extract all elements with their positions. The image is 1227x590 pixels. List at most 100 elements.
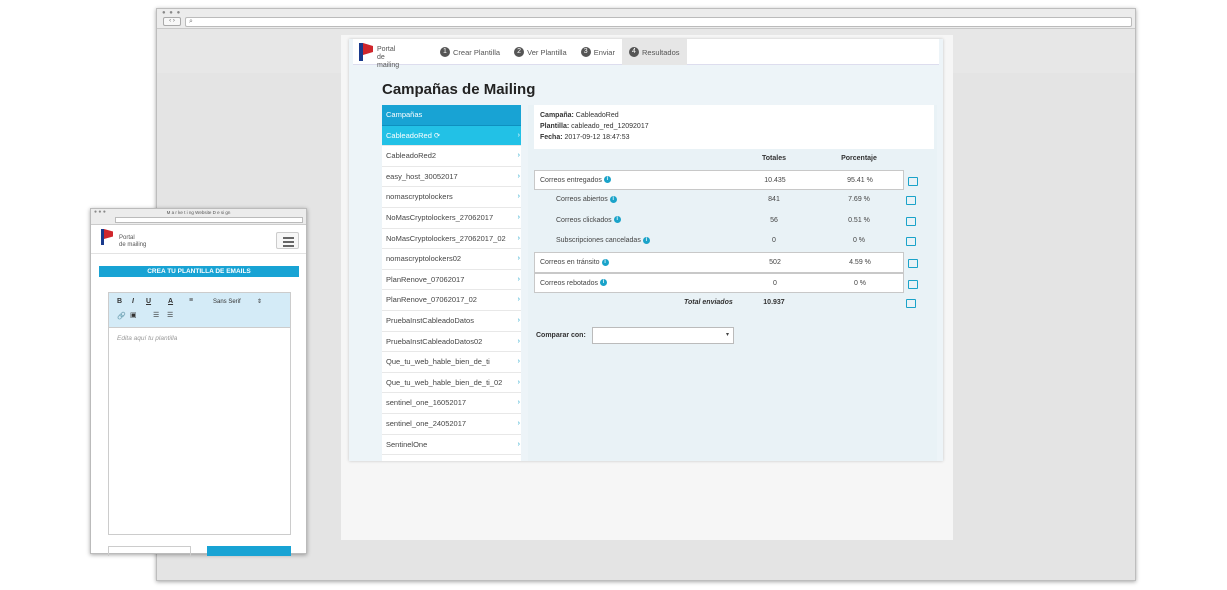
campaign-item[interactable]: easy_host_30052017 ›	[382, 167, 521, 188]
template-editor[interactable]: B I U A ≡ Sans Serif ⇕ 🔗 ▣ ☰ ☰ Edita aqu…	[108, 292, 291, 535]
campaign-name: NoMasCryptolockers_27062017_02	[386, 233, 506, 243]
row-label: Correos en tránsito i	[540, 253, 609, 273]
campaign-item[interactable]: sentinel_one_24052017 ›	[382, 414, 521, 435]
flag-icon	[359, 43, 373, 61]
address-bar[interactable]: ⌕	[185, 17, 1132, 27]
row-label: Correos abiertos i	[556, 190, 617, 210]
info-icon[interactable]: i	[642, 237, 650, 245]
bullet-list-icon[interactable]: ☰	[167, 311, 173, 319]
logo-line1: Portal	[119, 235, 135, 241]
campaign-item[interactable]: PlanRenove_07062017 ›	[382, 270, 521, 291]
align-icon[interactable]: ≡	[189, 297, 193, 304]
row-label: Correos entregados i	[540, 171, 611, 191]
step-number: 1	[440, 47, 450, 57]
link-icon[interactable]: 🔗	[117, 312, 126, 320]
chevron-right-icon: ›	[517, 275, 520, 283]
campaign-item[interactable]: PruebaInstCableadoDatos ›	[382, 311, 521, 332]
font-select[interactable]: Sans Serif	[213, 299, 241, 305]
ordered-list-icon[interactable]: ☰	[153, 311, 159, 319]
campaign-item[interactable]: NoMasCryptolockers_27062017 ›	[382, 208, 521, 229]
export-icon[interactable]	[906, 196, 916, 206]
campaign-item[interactable]: CableadoRed2 ›	[382, 146, 521, 167]
campaign-name: nomascryptolockers02	[386, 254, 462, 264]
row-label: Subscripciones canceladas i	[556, 231, 650, 251]
compare-select[interactable]: ▾	[592, 327, 734, 344]
table-row: Correos clickados i 56 0.51 %	[534, 211, 934, 232]
underline-icon[interactable]: U	[146, 298, 151, 305]
info-icon[interactable]: i	[613, 216, 621, 224]
refresh-icon[interactable]: ⟳	[434, 131, 440, 140]
chevron-right-icon: ›	[517, 399, 520, 407]
hamburger-menu-icon[interactable]	[276, 232, 299, 249]
page-stage: Portal de mailing 1 Crear Plantilla 2 Ver P…	[341, 35, 953, 540]
results-table: Totales Porcentaje Correos entregados i 10…	[534, 149, 934, 314]
chevron-right-icon: ›	[517, 172, 520, 180]
compare-label: Comparar con:	[536, 332, 586, 339]
text-color-icon[interactable]: A	[168, 298, 173, 305]
wizard-steps: 1 Crear Plantilla 2 Ver Plantilla 3 Enviar …	[433, 39, 687, 65]
campaign-label: Campaña:	[540, 112, 574, 119]
row-total: 0	[772, 237, 776, 245]
date-value: 2017-09-12 18:47:53	[564, 134, 630, 141]
total-row: Total enviados 10.937	[534, 293, 934, 314]
campaign-name: easy_host_30052017	[386, 171, 458, 181]
bold-icon[interactable]: B	[117, 298, 122, 305]
campaign-item[interactable]: SentinelOne ›	[382, 435, 521, 456]
logo-line2: de mailing	[119, 242, 147, 248]
back-forward-buttons[interactable]: ‹ ›	[163, 17, 181, 26]
page-title: Campañas de Mailing	[382, 81, 536, 98]
window-controls[interactable]: ● ● ●	[162, 10, 181, 16]
campaign-item[interactable]: Que_tu_web_hable_bien_de_ti ›	[382, 352, 521, 373]
table-row: Correos entregados i 10.435 95.41 %	[534, 169, 918, 191]
primary-button[interactable]	[207, 546, 291, 556]
font-select-arrow-icon[interactable]: ⇕	[257, 298, 262, 305]
campaign-item[interactable]: Que_tu_web_hable_bien_de_ti_02 ›	[382, 373, 521, 394]
step-resultados[interactable]: 4 Resultados	[621, 39, 687, 65]
top-navigation: Portal de mailing 1 Crear Plantilla 2 Ver P…	[353, 39, 939, 69]
export-icon[interactable]	[906, 237, 916, 247]
campaign-item[interactable]: PlanRenove_07062017_02 ›	[382, 290, 521, 311]
chevron-right-icon: ›	[517, 419, 520, 427]
mini-address-bar[interactable]	[115, 217, 303, 223]
chevron-right-icon: ›	[517, 255, 520, 263]
campaign-item[interactable]: NoMasCryptolockers_27062017_02 ›	[382, 229, 521, 250]
step-crear-plantilla[interactable]: 1 Crear Plantilla	[433, 39, 507, 65]
portal-logo[interactable]: Portal de mailing	[359, 43, 407, 69]
italic-icon[interactable]: I	[132, 298, 134, 305]
image-icon[interactable]: ▣	[130, 311, 137, 319]
row-percent: 4.59 %	[849, 258, 871, 266]
flag-icon	[101, 229, 113, 245]
logo-line1: Portal	[377, 46, 396, 53]
table-row: Subscripciones canceladas i 0 0 %	[534, 231, 934, 252]
mini-window-title: M a r ke t i ng Website D e si gn	[166, 210, 231, 215]
create-template-button[interactable]: CREA TU PLANTILLA DE EMAILS	[99, 266, 299, 277]
campaign-item[interactable]: nomascryptolockers ›	[382, 187, 521, 208]
export-icon[interactable]	[908, 279, 918, 289]
info-icon[interactable]: i	[599, 279, 607, 287]
export-icon[interactable]	[906, 299, 916, 309]
divider	[91, 253, 306, 254]
step-enviar[interactable]: 3 Enviar	[574, 39, 622, 65]
campaign-item[interactable]: sentinel_one_16052017 ›	[382, 393, 521, 414]
secondary-button[interactable]	[108, 546, 191, 556]
campaign-name: PruebaInstCableadoDatos	[386, 315, 474, 325]
export-icon[interactable]	[908, 176, 918, 186]
campaign-name: PlanRenove_07062017_02	[386, 295, 477, 305]
campaign-item[interactable]: nomascryptolockers02 ›	[382, 249, 521, 270]
campaign-list: Campañas CableadoRed ⟳ › CableadoRed2 › eas…	[382, 105, 521, 461]
info-icon[interactable]: i	[603, 176, 611, 184]
step-number: 2	[514, 47, 525, 57]
step-ver-plantilla[interactable]: 2 Ver Plantilla	[507, 39, 574, 65]
info-icon[interactable]: i	[609, 195, 617, 203]
export-icon[interactable]	[906, 216, 916, 226]
export-icon[interactable]	[908, 258, 918, 268]
chevron-right-icon: ›	[517, 296, 520, 304]
row-percent: 0.51 %	[848, 216, 870, 224]
campaign-name: CableadoRed2	[386, 151, 437, 161]
campaign-item[interactable]: PruebaInstCableadoDatos02 ›	[382, 332, 521, 353]
campaign-item-selected[interactable]: CableadoRed ⟳ ›	[382, 125, 521, 147]
step-number: 4	[628, 47, 639, 57]
template-label: Plantilla:	[540, 123, 570, 130]
info-icon[interactable]: i	[601, 258, 609, 266]
app-panel: Portal de mailing 1 Crear Plantilla 2 Ver P…	[349, 39, 943, 461]
